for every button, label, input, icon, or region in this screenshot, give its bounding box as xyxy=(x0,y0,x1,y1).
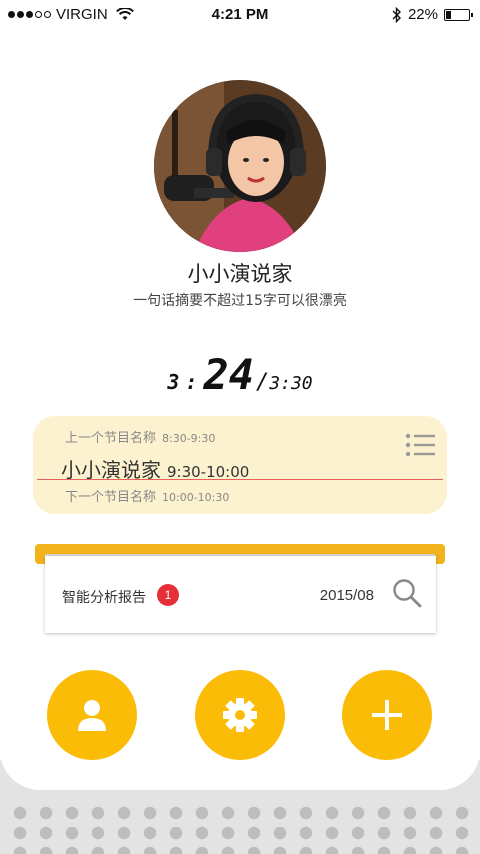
status-bar: VIRGIN 4:21 PM 22% xyxy=(0,0,480,30)
next-program[interactable]: 下一个节目名称 10:00-10:30 xyxy=(65,486,229,505)
battery-icon xyxy=(444,8,473,21)
previous-program-time: 8:30-9:30 xyxy=(162,432,216,445)
timer-slash: / xyxy=(256,370,270,395)
add-button[interactable] xyxy=(342,670,432,760)
next-program-label: 下一个节目名称 xyxy=(65,490,157,505)
timer-total: 3:30 xyxy=(269,373,313,394)
next-program-time: 10:00-10:30 xyxy=(162,491,230,504)
current-program-underline xyxy=(37,479,443,480)
settings-button[interactable] xyxy=(195,670,285,760)
host-tagline: 一句话摘要不超过15字可以很漂亮 xyxy=(133,293,347,309)
bluetooth-icon xyxy=(392,6,401,23)
user-icon xyxy=(78,700,106,731)
timer-minutes: 24 xyxy=(203,350,255,399)
battery-fill xyxy=(446,10,452,19)
notification-badge: 1 xyxy=(157,584,179,606)
host-photo xyxy=(154,80,326,252)
program-schedule[interactable]: 上一个节目名称 8:30-9:30 小小演说家 9:30-10:00 下一个节目… xyxy=(33,416,447,514)
report-title[interactable]: 智能分析报告 xyxy=(62,587,146,607)
playback-timer: 3:24/3:30 xyxy=(0,350,480,399)
status-right: 22% xyxy=(392,6,473,23)
timer-separator: : xyxy=(185,370,198,394)
battery-percent: 22% xyxy=(407,6,438,23)
analysis-report-card[interactable]: 智能分析报告 1 2015/08 xyxy=(45,556,436,633)
report-date[interactable]: 2015/08 xyxy=(320,587,374,604)
previous-program-label: 上一个节目名称 xyxy=(65,431,157,446)
previous-program[interactable]: 上一个节目名称 8:30-9:30 xyxy=(65,427,215,446)
avatar[interactable] xyxy=(154,80,326,252)
plus-icon xyxy=(372,700,402,730)
list-icon[interactable] xyxy=(405,432,435,458)
timer-hours: 3 xyxy=(167,370,180,394)
host-name: 小小演说家 xyxy=(187,262,293,286)
gear-icon xyxy=(223,698,257,732)
search-icon[interactable] xyxy=(392,578,422,608)
speaker-dots xyxy=(0,800,480,854)
profile-button[interactable] xyxy=(47,670,137,760)
